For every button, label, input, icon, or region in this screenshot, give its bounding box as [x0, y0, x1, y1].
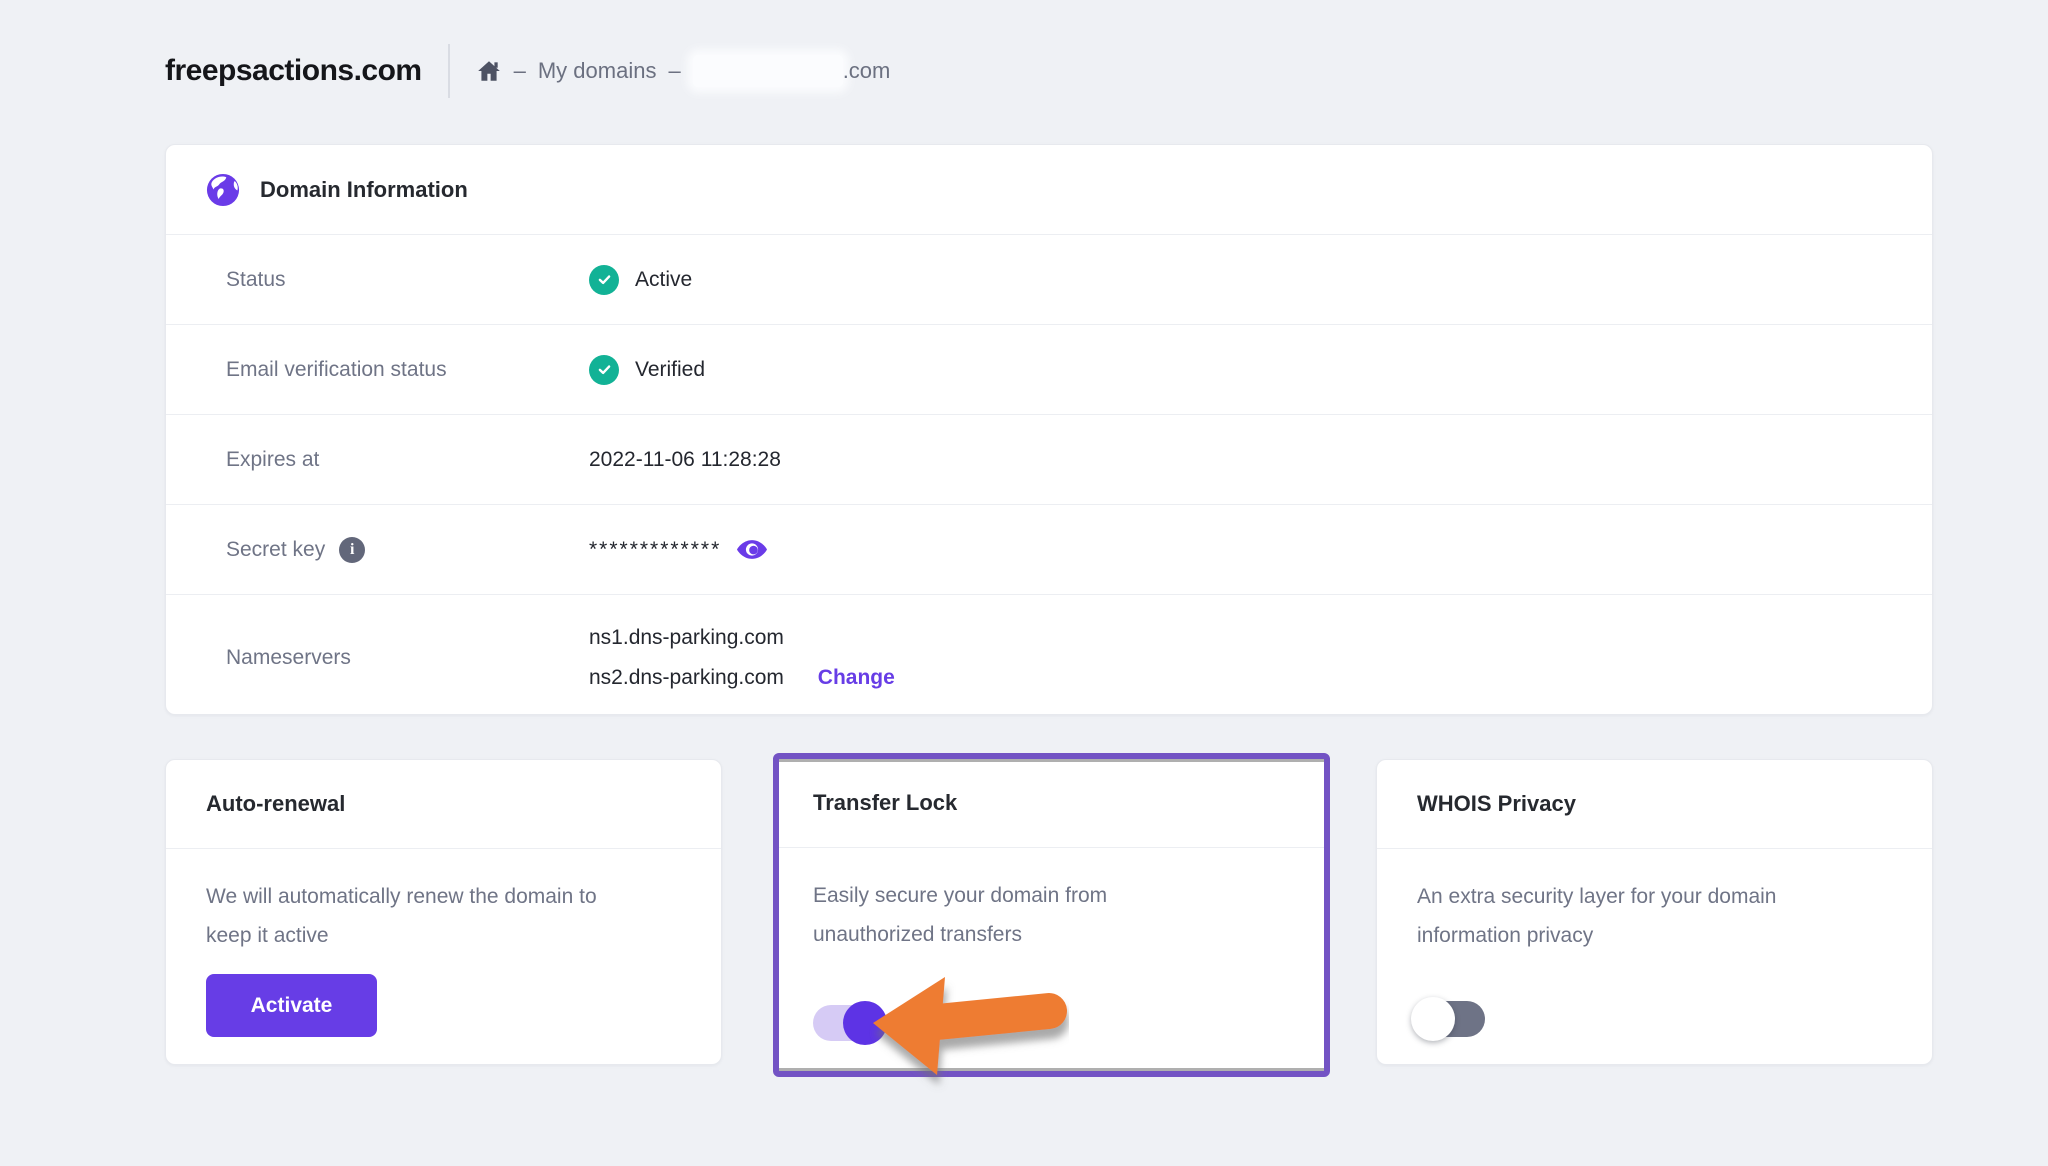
header-divider [448, 44, 450, 98]
auto-renewal-description-line1: We will automatically renew the domain t… [206, 877, 681, 916]
nameserver-2: ns2.dns-parking.com [589, 666, 784, 689]
nameservers-row: Nameservers ns1.dns-parking.com ns2.dns-… [166, 594, 1932, 721]
whois-privacy-card: WHOIS Privacy An extra security layer fo… [1376, 759, 1933, 1065]
whois-privacy-title: WHOIS Privacy [1377, 760, 1932, 849]
transfer-lock-toggle[interactable] [813, 1005, 881, 1041]
status-row: Status Active [166, 234, 1932, 324]
nameserver-1: ns1.dns-parking.com [589, 618, 895, 658]
transfer-lock-description-line1: Easily secure your domain from [813, 876, 1290, 915]
status-label: Status [166, 268, 589, 292]
whois-description-line2: information privacy [1417, 916, 1892, 955]
breadcrumb-separator: – [668, 58, 680, 84]
expires-label: Expires at [166, 448, 589, 472]
status-value: Active [635, 268, 692, 292]
whois-privacy-toggle[interactable] [1417, 1001, 1485, 1037]
change-nameservers-link[interactable]: Change [818, 666, 895, 689]
secret-key-label: Secret key [226, 538, 325, 562]
arrow-annotation-icon [869, 971, 1069, 1101]
secret-key-masked-value: ************* [589, 538, 721, 562]
domain-suffix: .com [843, 58, 891, 84]
check-icon [589, 355, 619, 385]
breadcrumb-current-domain: .com [693, 55, 891, 87]
breadcrumb-separator: – [514, 58, 526, 84]
whois-description-line1: An extra security layer for your domain [1417, 877, 1892, 916]
auto-renewal-description-line2: keep it active [206, 916, 681, 955]
breadcrumb: – My domains – .com [476, 55, 891, 87]
transfer-lock-description-line2: unauthorized transfers [813, 915, 1290, 954]
domain-information-header: Domain Information [166, 145, 1932, 234]
breadcrumb-my-domains[interactable]: My domains [538, 58, 657, 84]
activate-button[interactable]: Activate [206, 974, 377, 1037]
globe-icon [206, 173, 240, 207]
check-icon [589, 265, 619, 295]
expires-row: Expires at 2022-11-06 11:28:28 [166, 414, 1932, 504]
email-verification-row: Email verification status Verified [166, 324, 1932, 414]
email-verification-value: Verified [635, 358, 705, 382]
page-title: Domain Information [260, 177, 468, 203]
info-icon[interactable]: i [339, 537, 365, 563]
email-verification-label: Email verification status [166, 358, 589, 382]
domain-information-card: Domain Information Status Active Email v… [165, 144, 1933, 715]
home-icon[interactable] [476, 58, 502, 84]
eye-icon[interactable] [737, 540, 767, 559]
transfer-lock-card: Transfer Lock Easily secure your domain … [773, 753, 1330, 1077]
transfer-lock-title: Transfer Lock [779, 759, 1324, 848]
nameservers-label: Nameservers [166, 646, 589, 670]
expires-value: 2022-11-06 11:28:28 [589, 448, 781, 472]
blurred-domain-name [693, 55, 843, 87]
top-header: freepsactions.com – My domains – .com [165, 40, 890, 102]
site-logo: freepsactions.com [165, 54, 422, 88]
secret-key-row: Secret key i ************* [166, 504, 1932, 594]
auto-renewal-title: Auto-renewal [166, 760, 721, 849]
auto-renewal-card: Auto-renewal We will automatically renew… [165, 759, 722, 1065]
